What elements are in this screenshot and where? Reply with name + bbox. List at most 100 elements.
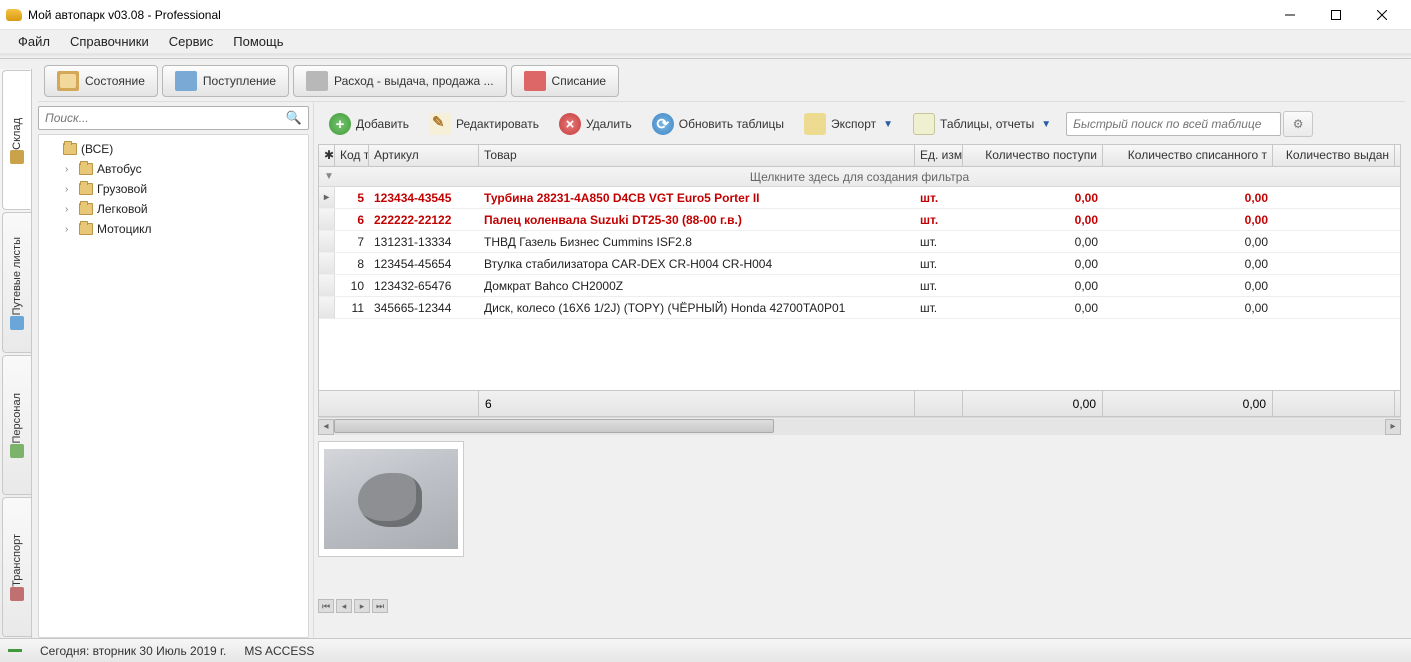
col-article[interactable]: Артикул (369, 145, 479, 166)
row-indicator (319, 297, 335, 318)
tab-writeoff[interactable]: Списание (511, 65, 620, 97)
row-indicator (319, 231, 335, 252)
scrollbar-thumb[interactable] (334, 419, 774, 433)
cell-code: 7 (335, 235, 369, 249)
table-row[interactable]: 10123432-65476Домкрат Bahco CH2000Zшт.0,… (319, 275, 1400, 297)
cell-qty-in: 0,00 (963, 279, 1103, 293)
left-navigation: Склад Путевые листы Персонал Транспорт (0, 69, 32, 638)
reports-button[interactable]: Таблицы, отчеты ▼ (904, 108, 1060, 140)
refresh-button[interactable]: ⟳ Обновить таблицы (643, 108, 793, 140)
menu-references[interactable]: Справочники (60, 31, 159, 52)
dropdown-icon: ▼ (1041, 119, 1051, 130)
nav-first-button[interactable]: ⏮ (318, 599, 334, 613)
cell-name: ТНВД Газель Бизнес Cummins ISF2.8 (479, 235, 915, 249)
add-button[interactable]: + Добавить (320, 108, 418, 140)
table-row[interactable]: ▸5123434-43545Турбина 28231-4A850 D4CB V… (319, 187, 1400, 209)
x-icon: × (559, 113, 581, 135)
status-bar: Сегодня: вторник 30 Июль 2019 г. MS ACCE… (0, 638, 1411, 662)
close-button[interactable] (1359, 0, 1405, 30)
tab-income-label: Поступление (203, 74, 276, 88)
cell-article: 131231-13334 (369, 235, 479, 249)
menu-file[interactable]: Файл (8, 31, 60, 52)
tree-item-label: Легковой (97, 202, 148, 216)
side-tab-waybills-label: Путевые листы (11, 237, 23, 315)
tree-item[interactable]: ›Легковой (39, 199, 308, 219)
table-row[interactable]: 11345665-12344Диск, колесо (16X6 1/2J) (… (319, 297, 1400, 319)
tab-state[interactable]: Состояние (44, 65, 158, 97)
menu-help[interactable]: Помощь (223, 31, 293, 52)
col-qty-off[interactable]: Количество списанного т (1103, 145, 1273, 166)
filter-icon: ▼ (323, 169, 335, 183)
cell-name: Домкрат Bahco CH2000Z (479, 279, 915, 293)
quick-search-input[interactable] (1066, 112, 1281, 136)
tree-search-input[interactable] (45, 111, 286, 125)
nav-prev-button[interactable]: ◂ (336, 599, 352, 613)
scroll-left-icon[interactable]: ◂ (318, 419, 334, 435)
side-tab-personnel[interactable]: Персонал (2, 355, 31, 495)
export-button[interactable]: Экспорт ▼ (795, 108, 902, 140)
side-tab-waybills[interactable]: Путевые листы (2, 212, 31, 352)
tab-outcome[interactable]: Расход - выдача, продажа ... (293, 65, 507, 97)
cell-qty-in: 0,00 (963, 213, 1103, 227)
cell-unit: шт. (915, 235, 963, 249)
status-indicator-icon (8, 649, 22, 652)
col-qty-out[interactable]: Количество выдан (1273, 145, 1395, 166)
maximize-button[interactable] (1313, 0, 1359, 30)
people-icon (10, 444, 24, 458)
col-name[interactable]: Товар (479, 145, 915, 166)
cell-name: Втулка стабилизатора CAR-DEX CR-H004 CR-… (479, 257, 915, 271)
table-icon (913, 113, 935, 135)
export-button-label: Экспорт (831, 117, 876, 131)
dropdown-icon: ▼ (883, 119, 893, 130)
tab-writeoff-label: Списание (552, 74, 607, 88)
minimize-button[interactable] (1267, 0, 1313, 30)
cell-code: 11 (335, 301, 369, 315)
cell-qty-off: 0,00 (1103, 257, 1273, 271)
table-row[interactable]: 7131231-13334ТНВД Газель Бизнес Cummins … (319, 231, 1400, 253)
menu-service[interactable]: Сервис (159, 31, 224, 52)
cell-name: Палец коленвала Suzuki DT25-30 (88-00 г.… (479, 213, 915, 227)
cart-in-icon (175, 71, 197, 91)
grid-filter-row[interactable]: ▼ Щелкните здесь для создания фильтра (319, 167, 1400, 187)
row-header-column[interactable]: ✱ (319, 145, 335, 166)
tab-income[interactable]: Поступление (162, 65, 289, 97)
cell-code: 10 (335, 279, 369, 293)
tree-item[interactable]: ›Грузовой (39, 179, 308, 199)
cell-name: Диск, колесо (16X6 1/2J) (TOPY) (ЧЁРНЫЙ)… (479, 301, 915, 315)
table-row[interactable]: 8123454-45654Втулка стабилизатора CAR-DE… (319, 253, 1400, 275)
col-unit[interactable]: Ед. изм. (915, 145, 963, 166)
cell-qty-in: 0,00 (963, 257, 1103, 271)
grid-header: ✱ Код т Артикул Товар Ед. изм. Количеств… (319, 145, 1400, 167)
delete-button[interactable]: × Удалить (550, 108, 641, 140)
product-image-thumbnail[interactable] (318, 441, 464, 557)
box-icon (57, 71, 79, 91)
folder-icon (79, 183, 93, 195)
grid-footer: 6 0,00 0,00 (319, 390, 1400, 416)
scroll-right-icon[interactable]: ▸ (1385, 419, 1401, 435)
nav-last-button[interactable]: ⏭ (372, 599, 388, 613)
tree-item[interactable]: ›Автобус (39, 159, 308, 179)
tab-state-label: Состояние (85, 74, 145, 88)
footer-sum-in: 0,00 (963, 391, 1103, 416)
settings-button[interactable]: ⚙ (1283, 111, 1313, 137)
tree-item-label: Грузовой (97, 182, 147, 196)
side-tab-stock[interactable]: Склад (2, 70, 31, 210)
nav-next-button[interactable]: ▸ (354, 599, 370, 613)
side-tab-transport[interactable]: Транспорт (2, 497, 31, 637)
writeoff-icon (524, 71, 546, 91)
window-title: Мой автопарк v03.08 - Professional (28, 8, 1267, 22)
top-tabs: Состояние Поступление Расход - выдача, п… (38, 65, 1405, 97)
footer-sum-off: 0,00 (1103, 391, 1273, 416)
table-row[interactable]: 6222222-22122Палец коленвала Suzuki DT25… (319, 209, 1400, 231)
cell-code: 6 (335, 213, 369, 227)
tree-item-all[interactable]: (ВСЕ) (39, 139, 308, 159)
horizontal-scrollbar[interactable]: ◂ ▸ (318, 417, 1401, 435)
edit-button[interactable]: Редактировать (420, 108, 548, 140)
col-qty-in[interactable]: Количество поступи (963, 145, 1103, 166)
cell-qty-in: 0,00 (963, 235, 1103, 249)
image-navigator: ⏮ ◂ ▸ ⏭ (318, 599, 1401, 613)
col-code[interactable]: Код т (335, 145, 369, 166)
side-tab-stock-label: Склад (11, 118, 23, 150)
tree-item[interactable]: ›Мотоцикл (39, 219, 308, 239)
image-preview-panel: ⏮ ◂ ▸ ⏭ (318, 439, 1401, 634)
